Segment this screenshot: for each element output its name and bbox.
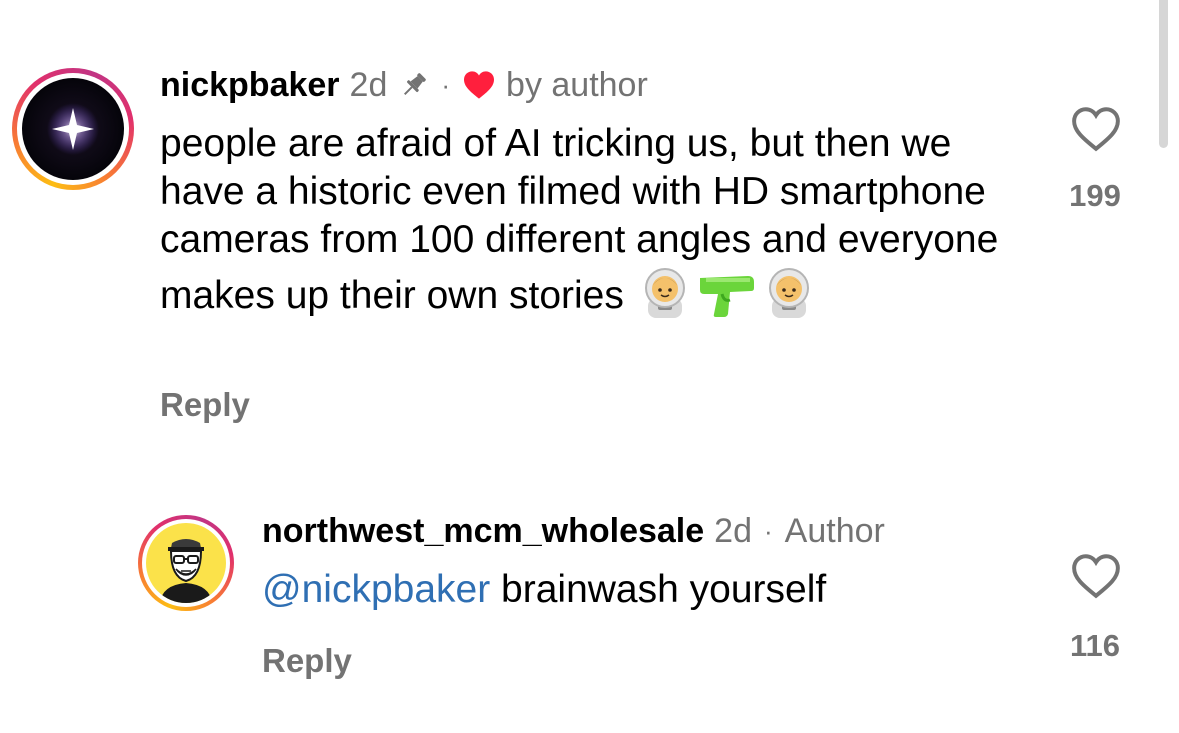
author-badge: Author [784,512,885,550]
comment-text: people are afraid of AI tricking us, but… [160,122,999,317]
separator-dot: · [441,70,451,100]
comment-timestamp: 2d [349,66,388,104]
like-count: 116 [1069,628,1120,663]
pin-icon [399,70,429,100]
astronaut-emoji [768,268,809,318]
reply-text: brainwash yourself [490,568,827,611]
reply-username[interactable]: northwest_mcm_wholesale [262,511,704,551]
liked-heart-icon [462,70,496,100]
reply-header: northwest_mcm_wholesale 2d · Author [262,511,885,551]
like-heart-icon[interactable] [1071,106,1121,152]
astronaut-emoji [644,268,685,318]
comment-body: people are afraid of AI tricking us, but… [160,120,1040,320]
like-heart-icon[interactable] [1071,553,1121,599]
water-pistol-emoji [699,276,754,317]
emoji-group [634,264,820,318]
reply-body: @nickpbaker brainwash yourself [262,566,1022,614]
reply-button[interactable]: Reply [262,641,352,681]
avatar[interactable] [146,523,226,603]
liked-by-author-label: by author [506,66,648,104]
mention-link[interactable]: @nickpbaker [262,568,490,611]
avatar[interactable] [22,78,124,180]
reply-timestamp: 2d [714,512,752,550]
cartoon-man-icon [160,539,212,603]
scrollbar[interactable] [1159,0,1168,148]
like-count: 199 [1069,178,1121,213]
sparkle-star-icon [47,103,99,155]
reply-button[interactable]: Reply [160,385,250,425]
comment-header: nickpbaker 2d · by author [160,65,648,105]
comment-username[interactable]: nickpbaker [160,65,340,105]
separator-dot: · [763,516,773,546]
